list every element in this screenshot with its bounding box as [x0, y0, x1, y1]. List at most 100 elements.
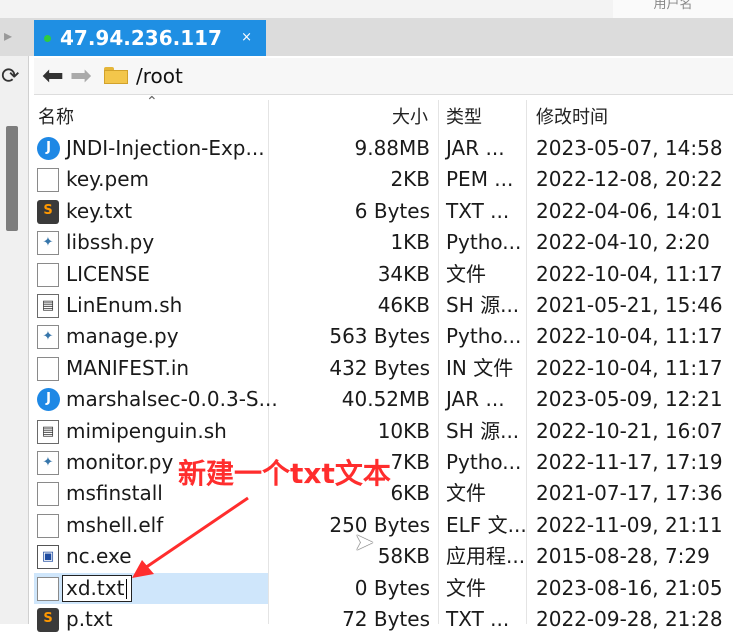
file-size: 40.52MB: [341, 387, 430, 412]
file-modified: 2022-12-08, 20:22: [536, 167, 723, 192]
sublime-icon: S: [37, 608, 59, 632]
column-name[interactable]: 名称: [38, 103, 74, 129]
file-type: JAR ...: [446, 136, 505, 160]
sublime-icon: S: [37, 199, 59, 224]
folder-icon: [104, 67, 128, 84]
file-size: 6 Bytes: [354, 198, 430, 223]
file-name: libssh.py: [66, 230, 155, 255]
column-modified[interactable]: 修改时间: [536, 103, 608, 129]
file-size: 9.88MB: [354, 136, 430, 160]
file-modified: 2022-09-28, 21:28: [536, 607, 723, 631]
file-type: TXT ...: [446, 198, 510, 223]
file-modified: 2022-11-09, 21:11: [536, 512, 723, 537]
tab-session[interactable]: 47.94.236.117 ×: [34, 20, 266, 56]
file-row[interactable]: Skey.txt 6 Bytes TXT ... 2022-04-06, 14:01: [34, 196, 733, 227]
column-size[interactable]: 大小: [392, 103, 428, 129]
file-size: 58KB: [377, 544, 430, 569]
file-name-cell[interactable]: Jmarshalsec-0.0.3-S...: [34, 384, 278, 415]
arrow-right-icon[interactable]: ➡: [70, 61, 92, 91]
file-modified: 2023-05-07, 14:58: [536, 136, 723, 160]
file-size: 1KB: [390, 230, 430, 255]
file-size: 72 Bytes: [342, 607, 430, 631]
jar-icon: J: [37, 137, 60, 160]
path-input[interactable]: /root: [136, 62, 183, 90]
python-icon: ✦: [37, 325, 59, 350]
file-modified: 2022-04-06, 14:01: [536, 198, 723, 223]
file-name-cell[interactable]: MANIFEST.in: [34, 353, 268, 384]
file-type: 文件: [446, 481, 486, 506]
file-row[interactable]: ▤ LinEnum.sh 46KB SH 源... 2021-05-21, 15:46: [34, 290, 733, 321]
annotation-arrow-icon: [132, 496, 249, 578]
file-modified: 2022-11-17, 17:19: [536, 450, 723, 474]
doc-icon: [37, 576, 59, 601]
file-type: ELF 文...: [446, 512, 527, 537]
file-row[interactable]: ▤ mimipenguin.sh 10KB SH 源... 2022-10-21, 16…: [34, 416, 733, 447]
file-name-cell[interactable]: Skey.txt: [34, 196, 268, 227]
file-name-cell[interactable]: Sp.txt: [34, 604, 268, 635]
arrow-left-icon[interactable]: ⬅: [42, 61, 64, 91]
file-row[interactable]: J JNDI-Injection-Exp... 9.88MB JAR ... 2023-…: [34, 133, 733, 164]
doc-icon: [37, 356, 59, 381]
column-type[interactable]: 类型: [446, 103, 482, 129]
mouse-cursor-icon: ➤: [354, 528, 375, 556]
file-type: Pytho...: [446, 450, 522, 474]
file-name-cell[interactable]: LICENSE: [34, 259, 268, 290]
tab-title: 47.94.236.117: [60, 26, 222, 50]
file-name-cell[interactable]: ▤ mimipenguin.sh: [34, 416, 268, 447]
file-type: Pytho...: [446, 230, 522, 255]
refresh-icon[interactable]: ⟳: [1, 64, 19, 89]
top-corner-text: 用户名: [613, 0, 733, 18]
file-row[interactable]: key.pem 2KB PEM ... 2022-12-08, 20:22: [34, 164, 733, 195]
left-pane: ⟳: [0, 56, 29, 624]
file-type: 应用程...: [446, 544, 526, 569]
file-modified: 2022-10-04, 11:17: [536, 355, 723, 380]
tab-scroll-left-icon[interactable]: ▸: [4, 26, 12, 45]
close-tab-icon[interactable]: ×: [241, 20, 252, 56]
file-row[interactable]: MANIFEST.in 432 Bytes IN 文件 2022-10-04, 11:…: [34, 353, 733, 384]
file-row[interactable]: LICENSE 34KB 文件 2022-10-04, 11:17: [34, 259, 733, 290]
file-size: 250 Bytes: [329, 512, 430, 537]
file-name-cell[interactable]: ✦ libssh.py: [34, 227, 268, 258]
file-modified: 2023-05-09, 12:21: [536, 387, 723, 412]
file-name: marshalsec-0.0.3-S...: [66, 387, 278, 412]
annotation-text: 新建一个txt文本: [178, 457, 391, 490]
file-name: key.txt: [66, 198, 133, 223]
python-icon: ✦: [37, 451, 59, 475]
shell-icon: ▤: [37, 419, 59, 444]
file-type: IN 文件: [446, 355, 514, 380]
column-header: 名称 ⌃ 大小 类型 修改时间: [34, 94, 733, 130]
tab-bar: ▸ 47.94.236.117 ×: [0, 18, 733, 56]
file-name: p.txt: [66, 607, 113, 631]
file-size: 0 Bytes: [354, 575, 430, 600]
doc-icon: [37, 513, 59, 538]
top-strip: 用户名: [0, 0, 733, 18]
doc-icon: [37, 262, 59, 287]
nav-buttons: ⬅ ➡: [42, 61, 104, 91]
file-type: TXT ...: [446, 607, 510, 631]
file-name-cell[interactable]: key.pem: [34, 164, 268, 195]
file-name: MANIFEST.in: [66, 355, 190, 380]
doc-icon: [37, 168, 59, 193]
file-size: 432 Bytes: [329, 355, 430, 380]
file-name-cell[interactable]: J JNDI-Injection-Exp...: [34, 133, 268, 164]
file-size: 46KB: [377, 293, 430, 317]
file-row[interactable]: ✦ manage.py 563 Bytes Pytho... 2022-10-04, 1…: [34, 321, 733, 352]
file-type: 文件: [446, 261, 486, 286]
file-name: manage.py: [66, 324, 179, 349]
file-row[interactable]: Jmarshalsec-0.0.3-S... 40.52MB JAR ... 2023…: [34, 384, 733, 415]
file-type: PEM ...: [446, 167, 514, 192]
file-row[interactable]: Sp.txt 72 Bytes TXT ... 2022-09-28, 21:28: [34, 604, 733, 635]
file-size: 34KB: [377, 261, 430, 286]
file-name-cell[interactable]: ✦ manage.py: [34, 321, 268, 352]
file-size: 563 Bytes: [329, 324, 430, 349]
file-name-cell[interactable]: ▤ LinEnum.sh: [34, 290, 268, 321]
file-row[interactable]: ✦ libssh.py 1KB Pytho... 2022-04-10, 2:20: [34, 227, 733, 258]
file-name: LinEnum.sh: [66, 293, 183, 317]
left-pane-scrollbar[interactable]: [6, 126, 18, 231]
doc-icon: [37, 482, 59, 507]
file-modified: 2023-08-16, 21:05: [536, 575, 723, 600]
connection-status-icon: [44, 35, 51, 42]
file-modified: 2022-04-10, 2:20: [536, 230, 710, 255]
file-name: monitor.py: [66, 450, 174, 474]
file-size: 7KB: [390, 450, 430, 474]
